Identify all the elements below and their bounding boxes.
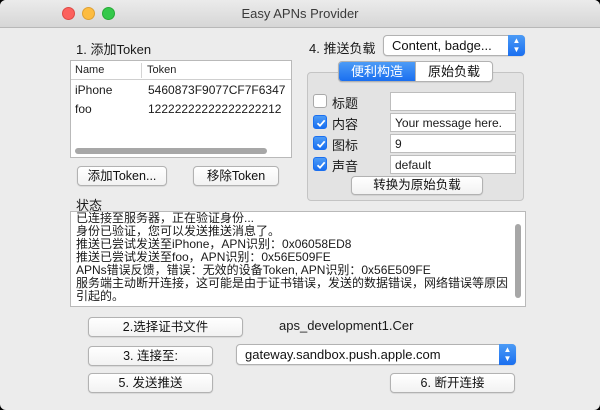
payload-tab-control: 便利构造 原始负载 — [338, 61, 493, 82]
connect-button[interactable]: 3. 连接至: — [88, 346, 213, 366]
content-input-value: Your message here. — [395, 116, 502, 130]
server-popup[interactable]: gateway.sandbox.push.apple.com ▲ ▼ — [236, 344, 516, 365]
app-window: Easy APNs Provider 1. 添加Token Name Token… — [0, 0, 600, 410]
content-input[interactable]: Your message here. — [390, 113, 516, 132]
sound-field-label: 声音 — [332, 159, 359, 174]
token-table-header: Name Token — [71, 61, 291, 80]
badge-checkbox[interactable] — [313, 136, 327, 150]
title-field-label: 标题 — [332, 96, 359, 111]
convert-to-raw-button[interactable]: 转换为原始负载 — [351, 176, 483, 195]
column-header-name[interactable]: Name — [75, 64, 104, 76]
badge-input-value: 9 — [395, 137, 402, 151]
remove-token-button[interactable]: 移除Token — [193, 166, 279, 186]
status-log-text: 已连接至服务器，正在验证身份... 身份已验证，您可以发送推送消息了。 推送已尝… — [76, 212, 512, 303]
token-name-cell: iPhone — [75, 83, 113, 97]
payload-section-label: 4. 推送负载 — [309, 41, 376, 56]
sound-input[interactable]: default — [390, 155, 516, 174]
checkmark-icon — [316, 161, 326, 170]
token-table[interactable]: Name Token iPhone 5460873F9077CF7F6347 f… — [70, 60, 292, 158]
status-log-vertical-scrollbar[interactable] — [515, 224, 521, 298]
title-bar: Easy APNs Provider — [0, 0, 600, 28]
payload-type-popup[interactable]: Content, badge... ▲ ▼ — [383, 35, 525, 56]
column-header-token[interactable]: Token — [147, 64, 176, 76]
column-divider — [141, 63, 142, 78]
table-row[interactable]: iPhone 5460873F9077CF7F6347 — [71, 81, 291, 99]
badge-field-label: 图标 — [332, 138, 359, 153]
token-table-horizontal-scrollbar[interactable] — [75, 148, 267, 154]
badge-input[interactable]: 9 — [390, 134, 516, 153]
tab-convenience-build[interactable]: 便利构造 — [339, 62, 415, 81]
content-checkbox[interactable] — [313, 115, 327, 129]
tab-raw-payload[interactable]: 原始负载 — [415, 62, 492, 81]
content-field-label: 内容 — [332, 117, 359, 132]
status-log[interactable]: 已连接至服务器，正在验证身份... 身份已验证，您可以发送推送消息了。 推送已尝… — [70, 211, 526, 307]
checkmark-icon — [316, 140, 326, 149]
checkmark-icon — [316, 119, 326, 128]
token-name-cell: foo — [75, 102, 92, 116]
send-push-button[interactable]: 5. 发送推送 — [88, 373, 213, 393]
token-value-cell: 12222222222222222212 — [148, 102, 282, 116]
token-value-cell: 5460873F9077CF7F6347 — [148, 83, 286, 97]
payload-type-value: Content, badge... — [392, 38, 492, 53]
disconnect-button[interactable]: 6. 断开连接 — [390, 373, 515, 393]
window-title: Easy APNs Provider — [241, 6, 359, 21]
sound-input-value: default — [395, 158, 432, 172]
title-checkbox[interactable] — [313, 94, 327, 108]
sound-checkbox[interactable] — [313, 157, 327, 171]
select-certificate-button[interactable]: 2.选择证书文件 — [88, 317, 243, 337]
tokens-section-label: 1. 添加Token — [76, 42, 152, 57]
title-input[interactable] — [390, 92, 516, 111]
chevron-up-down-icon: ▲ ▼ — [508, 35, 525, 56]
server-value: gateway.sandbox.push.apple.com — [245, 347, 441, 362]
add-token-button[interactable]: 添加Token... — [77, 166, 167, 186]
chevron-up-down-icon: ▲ ▼ — [499, 344, 516, 365]
table-row[interactable]: foo 12222222222222222212 — [71, 100, 291, 118]
certificate-filename: aps_development1.Cer — [279, 318, 414, 333]
log-line: 服务端主动断开连接，这可能是由于证书错误，发送的数据错误，网络错误等原因引起的。 — [76, 276, 509, 303]
